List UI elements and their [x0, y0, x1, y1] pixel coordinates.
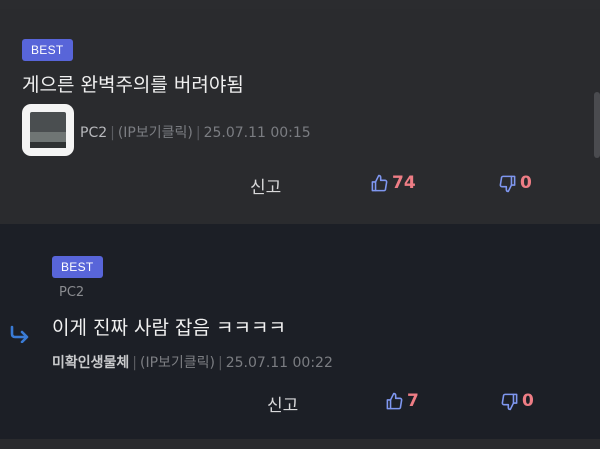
next-comment-edge	[0, 439, 600, 449]
report-button[interactable]: 신고	[250, 173, 281, 198]
previous-comment-edge	[0, 0, 600, 9]
best-badge: BEST	[52, 256, 103, 278]
thumbs-up-icon	[386, 392, 403, 409]
report-button[interactable]: 신고	[267, 391, 298, 416]
avatar[interactable]	[22, 104, 74, 156]
comment-text: 이게 진짜 사람 잡음 ㅋㅋㅋㅋ	[52, 317, 286, 339]
comment-text: 게으른 완벽주의를 버려야됨	[22, 74, 244, 96]
downvote-count: 0	[522, 391, 534, 411]
downvote-count: 0	[520, 173, 532, 193]
comment-meta: PC2 | (IP보기클릭) | 25.07.11 00:15	[80, 125, 311, 141]
reply-parent-author[interactable]: PC2	[59, 285, 84, 300]
best-badge: BEST	[22, 39, 73, 61]
ip-view-link[interactable]: (IP보기클릭)	[140, 355, 215, 371]
upvote-button[interactable]: 74	[370, 173, 416, 193]
thumbs-down-icon	[499, 175, 516, 192]
downvote-button[interactable]: 0	[498, 173, 532, 193]
upvote-button[interactable]: 7	[385, 391, 419, 411]
author-name[interactable]: 미확인생물체	[52, 355, 129, 371]
downvote-button[interactable]: 0	[500, 391, 534, 411]
timestamp: 25.07.11 00:15	[203, 125, 311, 141]
reply-arrow-icon	[10, 325, 29, 343]
upvote-count: 74	[392, 173, 416, 193]
timestamp: 25.07.11 00:22	[225, 355, 333, 371]
thumbs-down-icon	[501, 393, 518, 410]
comment-meta: 미확인생물체 | (IP보기클릭) | 25.07.11 00:22	[52, 355, 333, 371]
upvote-count: 7	[407, 391, 419, 411]
thumbs-up-icon	[371, 174, 388, 191]
avatar-image	[30, 112, 66, 134]
scrollbar[interactable]	[594, 92, 600, 158]
author-name[interactable]: PC2	[80, 125, 107, 141]
ip-view-link[interactable]: (IP보기클릭)	[118, 125, 193, 141]
